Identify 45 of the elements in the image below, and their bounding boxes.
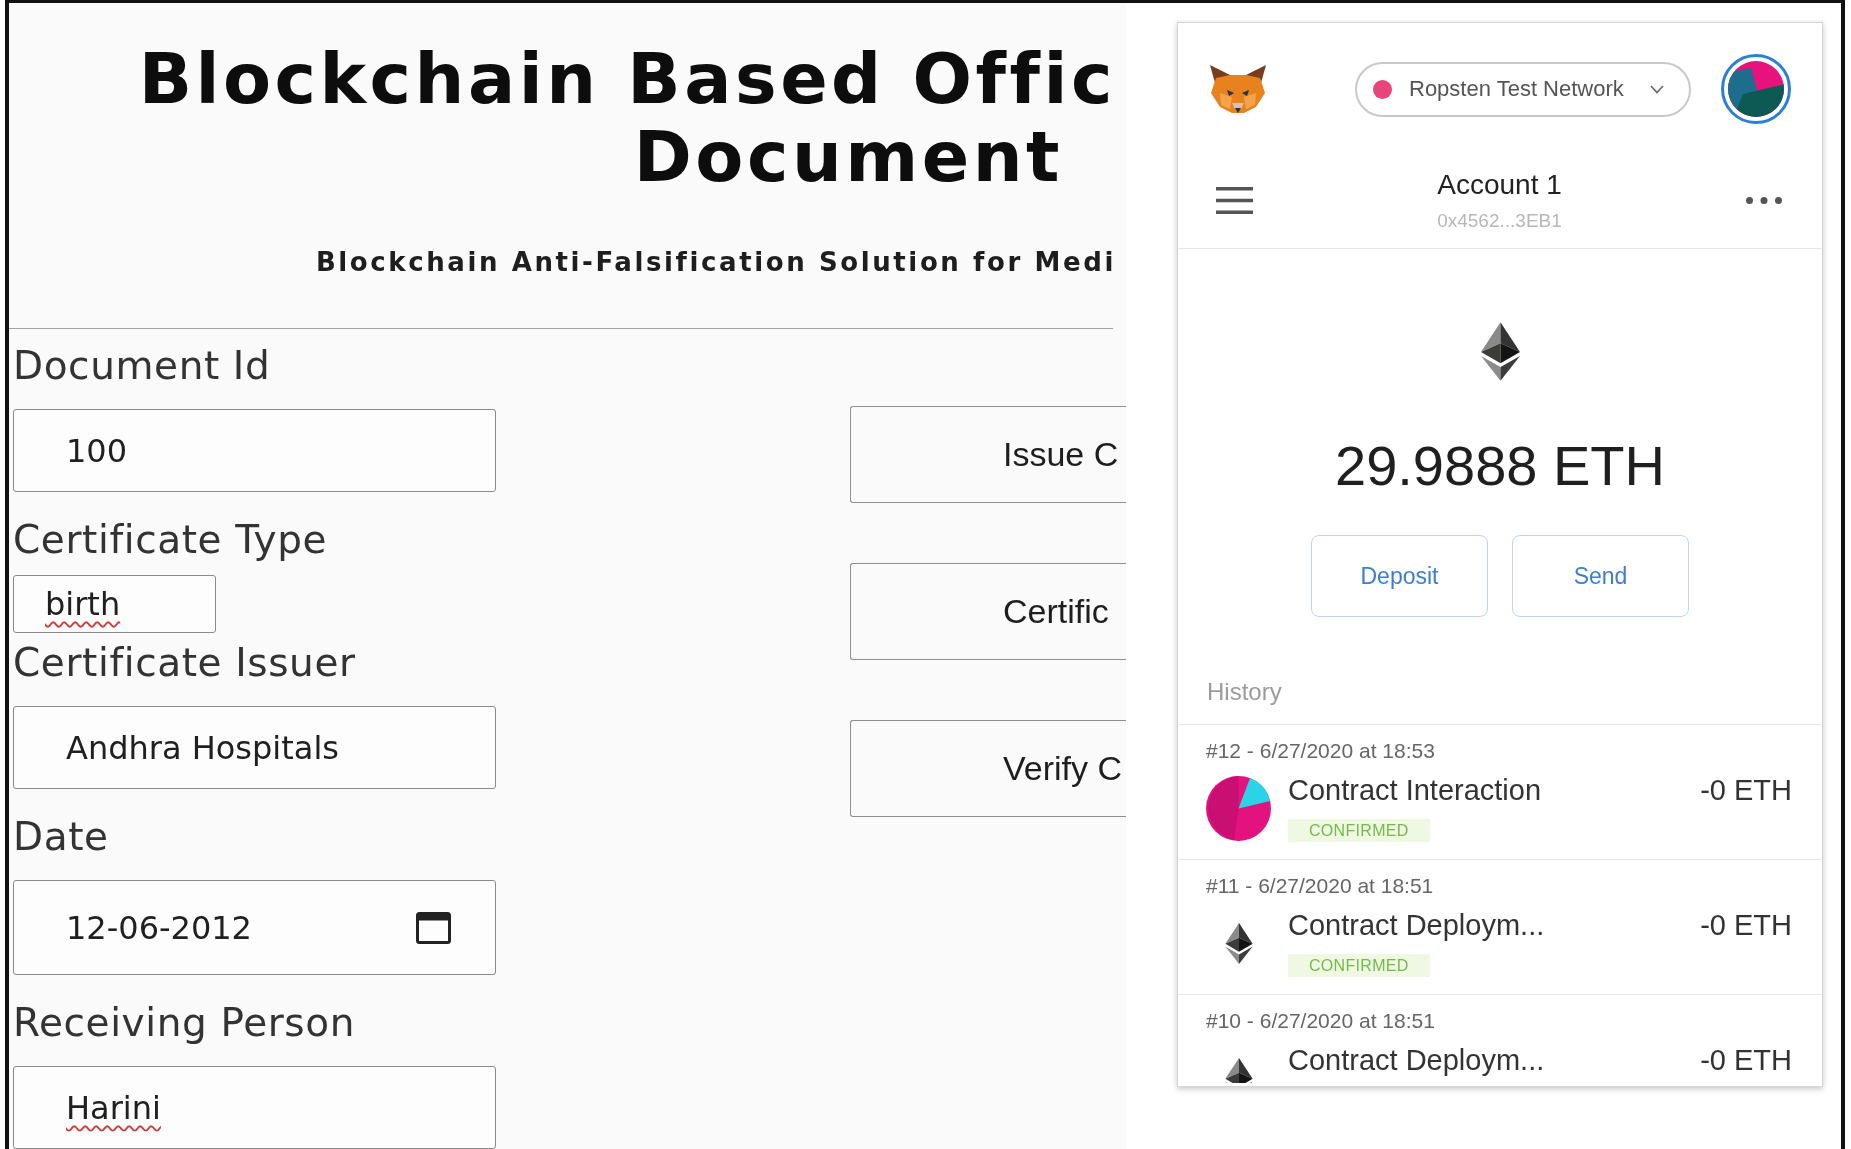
wallet-button[interactable]: Send bbox=[1512, 535, 1689, 617]
field-label: Document Id bbox=[13, 344, 271, 388]
form-button[interactable]: Certific bbox=[850, 563, 1126, 660]
network-dot-icon bbox=[1373, 79, 1392, 99]
menu-icon[interactable] bbox=[1216, 187, 1253, 214]
transaction-amount: -0 ETH bbox=[1700, 908, 1792, 942]
account-address: 0x4562...3EB1 bbox=[1437, 210, 1562, 232]
transaction-amount: -0 ETH bbox=[1700, 773, 1792, 807]
calendar-icon[interactable] bbox=[416, 911, 451, 944]
form-button[interactable]: Issue C bbox=[850, 406, 1126, 503]
chevron-down-icon bbox=[1650, 84, 1664, 94]
more-icon[interactable] bbox=[1746, 197, 1782, 204]
page-title: Blockchain Based Offic bbox=[138, 40, 1116, 118]
page-subtitle: Blockchain Anti-Falsification Solution for Medi bbox=[315, 247, 1116, 277]
diamond-icon bbox=[1224, 922, 1253, 964]
field-label: Certificate Issuer bbox=[13, 641, 356, 685]
transaction-title: Contract Deploym... bbox=[1288, 908, 1545, 942]
status-badge: CONFIRMED bbox=[1288, 819, 1430, 842]
wallet-button[interactable]: Deposit bbox=[1311, 535, 1488, 617]
transaction-title: Contract Deploym... bbox=[1288, 1043, 1545, 1077]
transaction-date: #12 - 6/27/2020 at 18:53 bbox=[1206, 739, 1435, 763]
page-title: Document bbox=[633, 118, 1063, 196]
field-label: Receiving Person bbox=[13, 1001, 356, 1045]
input-field[interactable]: Harini bbox=[13, 1066, 496, 1149]
date-field[interactable]: 12-06-2012 bbox=[13, 880, 496, 975]
transaction-amount: -0 ETH bbox=[1700, 1043, 1792, 1077]
fox-icon bbox=[1208, 63, 1268, 115]
field-label: Date bbox=[13, 815, 109, 859]
transaction-date: #11 - 6/27/2020 at 18:51 bbox=[1206, 874, 1434, 898]
avatar-icon[interactable] bbox=[1721, 54, 1791, 124]
input-field[interactable]: birth bbox=[13, 575, 216, 633]
form-button[interactable]: Verify C bbox=[850, 720, 1126, 817]
account-name: Account 1 bbox=[1437, 169, 1562, 201]
balance-amount: 29.9888 ETH bbox=[1335, 434, 1665, 498]
input-field[interactable]: 100 bbox=[13, 409, 496, 492]
status-badge: CONFIRMED bbox=[1288, 954, 1430, 977]
diamond-icon bbox=[1480, 322, 1520, 381]
input-field[interactable]: Andhra Hospitals bbox=[13, 706, 496, 789]
field-label: Certificate Type bbox=[13, 518, 328, 562]
pie-avatar-icon bbox=[1206, 775, 1271, 841]
network-selector[interactable]: Ropsten Test Network bbox=[1355, 61, 1691, 117]
transaction-date: #10 - 6/27/2020 at 18:51 bbox=[1206, 1009, 1435, 1033]
transaction-title: Contract Interaction bbox=[1288, 773, 1542, 807]
history-heading: History bbox=[1207, 678, 1282, 706]
diamond-icon bbox=[1224, 1057, 1253, 1083]
